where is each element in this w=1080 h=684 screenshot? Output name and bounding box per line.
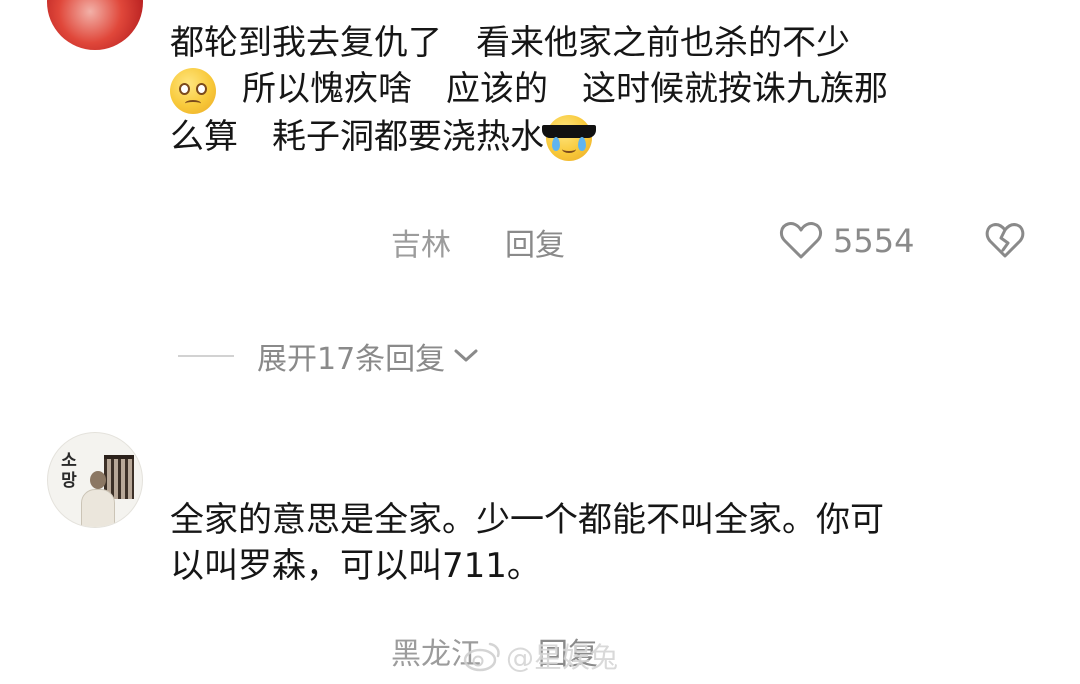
comment-line-with-emoji: 所以愧疚啥 应该的 这时候就按诛九族那	[170, 66, 1040, 114]
avatar[interactable]: 소 망	[47, 432, 143, 528]
reply-button[interactable]: 回复	[505, 220, 565, 264]
divider	[178, 355, 234, 357]
chevron-down-icon	[454, 349, 478, 362]
heart-outline-icon	[779, 222, 823, 259]
avatar[interactable]	[47, 0, 143, 50]
avatar-person-head	[90, 471, 106, 489]
comment-line: 全家的意思是全家。少一个都能不叫全家。你可	[170, 500, 884, 540]
avatar-person-body	[81, 489, 115, 527]
comment-line-with-emoji: 么算 耗子洞都要浇热水	[170, 114, 1040, 161]
comment-line: 都轮到我去复仇了 看来他家之前也杀的不少	[170, 23, 850, 63]
comment-text: 都轮到我去复仇了 看来他家之前也杀的不少 所以愧疚啥 应该的 这时候就按诛九族那…	[170, 20, 1040, 161]
pleading-face-emoji-icon	[170, 67, 216, 114]
like-button[interactable]: 5554	[779, 216, 914, 266]
watermark-text: @星娱兔	[506, 641, 619, 674]
crying-sunglasses-emoji-icon	[542, 115, 596, 161]
expand-replies-button[interactable]: 展开17条回复	[178, 333, 479, 379]
weibo-logo-icon	[463, 642, 500, 672]
comment-text: 全家的意思是全家。少一个都能不叫全家。你可 以叫罗森，可以叫711。	[170, 497, 1040, 589]
comment-line: 以叫罗森，可以叫711。	[170, 546, 541, 586]
watermark: @星娱兔	[462, 636, 618, 676]
broken-heart-icon[interactable]	[985, 222, 1025, 260]
like-count: 5554	[833, 222, 915, 260]
expand-replies-label: 展开17条回复	[257, 342, 446, 377]
avatar-text: 소 망	[61, 451, 77, 491]
comment-location: 吉林	[391, 228, 451, 263]
